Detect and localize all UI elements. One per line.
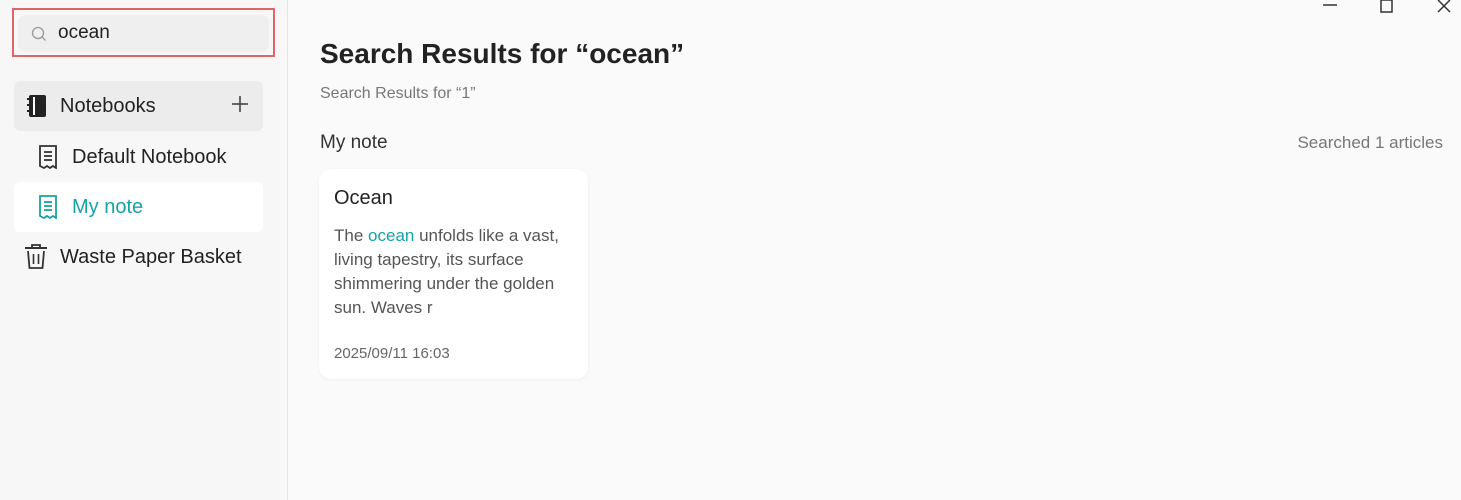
maximize-icon[interactable]	[1377, 0, 1397, 16]
sidebar-item-my-note[interactable]: My note	[14, 182, 263, 232]
result-snippet: The ocean unfolds like a vast, living ta…	[334, 224, 574, 320]
sidebar: Notebooks Default Notebook	[0, 0, 288, 500]
section-label: My note	[320, 132, 388, 153]
result-date: 2025/09/11 16:03	[334, 345, 450, 362]
page-subtitle: Search Results for “1”	[320, 85, 476, 102]
result-count: Searched 1 articles	[1297, 133, 1443, 152]
page-title: Search Results for “ocean”	[320, 38, 685, 69]
notebook-icon	[38, 145, 58, 170]
sidebar-item-notebooks[interactable]: Notebooks	[14, 81, 263, 131]
trash-icon	[24, 244, 48, 270]
sidebar-item-waste-paper-basket[interactable]: Waste Paper Basket	[14, 232, 263, 282]
app-window: Notebooks Default Notebook	[0, 0, 1461, 500]
search-input[interactable]	[58, 21, 258, 45]
search-container	[12, 8, 275, 57]
search-icon	[31, 26, 47, 42]
close-icon[interactable]	[1434, 0, 1454, 16]
result-title: Ocean	[334, 187, 393, 209]
notebooks-icon	[26, 94, 48, 118]
sidebar-item-label: My note	[72, 196, 144, 218]
search-box[interactable]	[18, 15, 269, 52]
minimize-icon[interactable]	[1320, 0, 1340, 16]
sidebar-item-default-notebook[interactable]: Default Notebook	[14, 132, 263, 182]
sidebar-item-label: Notebooks	[60, 95, 156, 117]
sidebar-item-label: Default Notebook	[72, 146, 227, 168]
add-notebook-button[interactable]	[229, 93, 251, 115]
snippet-text: The	[334, 226, 369, 245]
snippet-highlight: ocean	[368, 226, 415, 245]
notebook-icon	[38, 195, 58, 220]
sidebar-item-label: Waste Paper Basket	[60, 246, 242, 268]
result-card[interactable]: Ocean The ocean unfolds like a vast, liv…	[319, 169, 588, 379]
